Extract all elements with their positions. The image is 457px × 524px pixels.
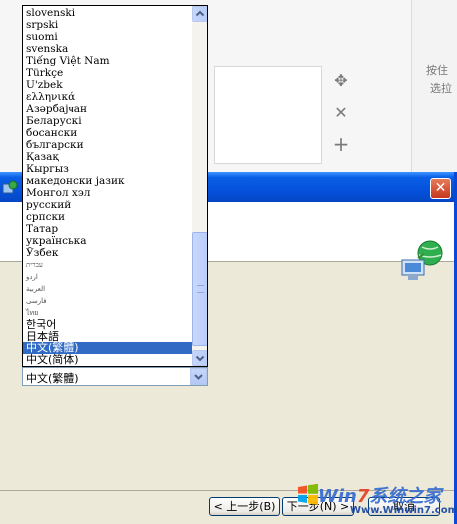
right-panel-hint-2: 选拉 <box>430 82 452 95</box>
language-option[interactable]: српски <box>23 211 192 223</box>
language-option[interactable]: Беларускі <box>23 115 192 127</box>
language-option[interactable]: فارسی <box>23 295 192 307</box>
language-option[interactable]: اردو <box>23 271 192 283</box>
language-option[interactable]: български <box>23 139 192 151</box>
scroll-grip <box>197 285 204 293</box>
background-edit-area <box>214 66 322 164</box>
scroll-thumb[interactable] <box>192 232 207 346</box>
language-option[interactable]: עברית <box>23 259 192 271</box>
language-option[interactable]: Қазақ <box>23 151 192 163</box>
language-option[interactable]: Кыргыз <box>23 163 192 175</box>
add-icon[interactable]: + <box>332 134 350 154</box>
language-option[interactable]: slovenski <box>23 7 192 19</box>
scroll-up-button[interactable] <box>192 6 207 22</box>
language-option[interactable]: босански <box>23 127 192 139</box>
language-option[interactable]: 日本語 <box>23 331 192 343</box>
background-right-panel: 按住 选拉 <box>411 0 457 172</box>
language-option[interactable]: U'zbek <box>23 79 192 91</box>
language-select[interactable]: 中文(繁體) <box>22 367 208 386</box>
site-watermark: Win7系统之家 Www.Winwin7.com <box>296 478 457 520</box>
language-option[interactable]: 한국어 <box>23 319 192 331</box>
close-icon[interactable]: ✕ <box>332 104 350 122</box>
language-option[interactable]: 中文(简体) <box>23 354 192 366</box>
chevron-down-icon <box>195 355 205 362</box>
language-option[interactable]: русский <box>23 199 192 211</box>
dialog-close-button[interactable]: ✕ <box>430 178 451 199</box>
move-icon[interactable]: ✥ <box>332 72 350 90</box>
language-option[interactable]: العربية <box>23 283 192 295</box>
language-option[interactable]: suomi <box>23 31 192 43</box>
language-option[interactable]: 中文(繁體) <box>23 342 192 354</box>
language-option[interactable]: Türkçe <box>23 67 192 79</box>
scroll-down-button[interactable] <box>192 350 207 366</box>
dropdown-scrollbar[interactable] <box>192 6 207 366</box>
network-globe-icon <box>401 240 443 280</box>
language-select-value: 中文(繁體) <box>26 372 79 385</box>
language-option[interactable]: Tiếng Việt Nam <box>23 55 192 67</box>
language-option[interactable]: ไทย <box>23 307 192 319</box>
language-options: slovenski srpski suomi svenska Tiếng Việt Na… <box>23 7 192 365</box>
language-option[interactable]: македонски јазик <box>23 175 192 187</box>
chevron-down-icon[interactable] <box>190 368 207 385</box>
chevron-up-icon <box>195 10 205 17</box>
language-option[interactable]: Азәрбајҹан <box>23 103 192 115</box>
back-button[interactable]: < 上一步(B) <box>209 497 280 516</box>
language-option[interactable]: українська <box>23 235 192 247</box>
language-option[interactable]: ελληνικά <box>23 91 192 103</box>
language-option[interactable]: srpski <box>23 19 192 31</box>
windows-flag-icon <box>298 483 318 505</box>
language-option[interactable]: Ўзбек <box>23 247 192 259</box>
watermark-site: Www.Winwin7.com <box>350 505 457 516</box>
right-panel-hint-1: 按住 <box>426 64 448 77</box>
language-dropdown-list[interactable]: slovenski srpski suomi svenska Tiếng Việt Na… <box>22 5 208 367</box>
language-option[interactable]: Монгол хэл <box>23 187 192 199</box>
language-option[interactable]: svenska <box>23 43 192 55</box>
language-option[interactable]: Татар <box>23 223 192 235</box>
setup-app-icon <box>2 180 18 194</box>
